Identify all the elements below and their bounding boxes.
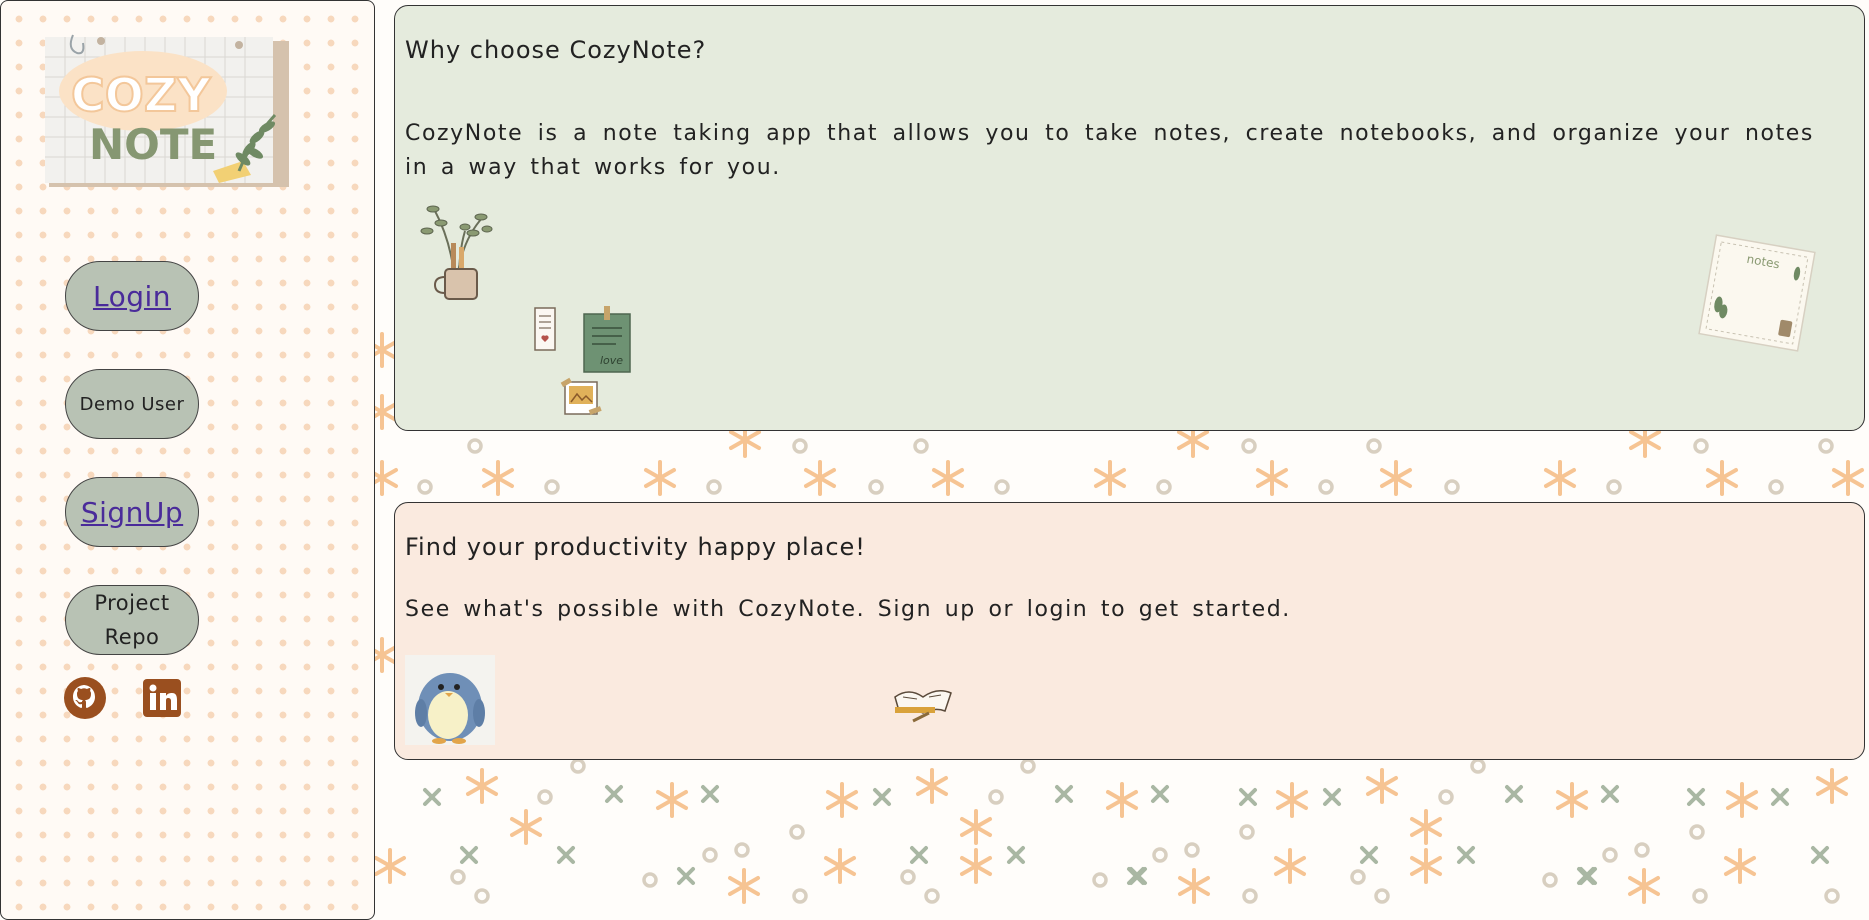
open-book-illustration — [889, 667, 957, 727]
logo-text-cozy: COZY — [71, 68, 211, 122]
productivity-description: See what's possible with CozyNote. Sign … — [405, 597, 1291, 622]
logo-graphic: COZY NOTE — [45, 34, 289, 187]
love-note-icon: love — [583, 306, 631, 373]
signup-button-label: SignUp — [80, 495, 184, 529]
notes-paper-icon: notes — [1698, 234, 1816, 352]
demo-user-button[interactable]: Demo User — [65, 369, 199, 439]
why-choose-description: CozyNote is a note taking app that allow… — [405, 121, 1814, 180]
plant-mug-illustration — [415, 191, 495, 310]
project-repo-button-label: Project Repo — [94, 591, 170, 649]
why-choose-card: Why choose CozyNote? CozyNote is a note … — [394, 5, 1865, 431]
logo-text-note: NOTE — [89, 120, 217, 169]
cozynote-logo[interactable]: COZY NOTE — [43, 31, 293, 195]
sticky-notes-illustration: notes — [1697, 233, 1817, 357]
productivity-title: Find your productivity happy place! — [405, 533, 866, 561]
polaroid-icon — [560, 377, 602, 415]
github-link[interactable] — [64, 677, 106, 719]
list-paper-icon — [534, 307, 556, 351]
love-note-text: love — [600, 354, 623, 367]
productivity-card: Find your productivity happy place! See … — [394, 502, 1865, 760]
open-book-icon — [894, 690, 952, 723]
demo-user-button-label: Demo User — [79, 393, 185, 415]
love-note-illustration: love — [580, 304, 634, 380]
plant-mug-icon — [420, 205, 493, 300]
penguin-illustration — [405, 655, 497, 751]
login-button-label: Login — [92, 279, 172, 313]
login-button[interactable]: Login — [65, 261, 199, 331]
polaroid-illustration — [559, 376, 603, 422]
github-icon — [64, 677, 106, 719]
penguin-icon — [405, 655, 495, 745]
linkedin-link[interactable] — [141, 677, 183, 719]
linkedin-icon — [143, 679, 181, 717]
paper-list-illustration — [533, 306, 559, 358]
project-repo-button[interactable]: Project Repo — [65, 585, 199, 655]
signup-button[interactable]: SignUp — [65, 477, 199, 547]
sidebar: COZY NOTE Login Demo User SignUp Project… — [0, 0, 375, 920]
why-choose-title: Why choose CozyNote? — [405, 36, 707, 64]
